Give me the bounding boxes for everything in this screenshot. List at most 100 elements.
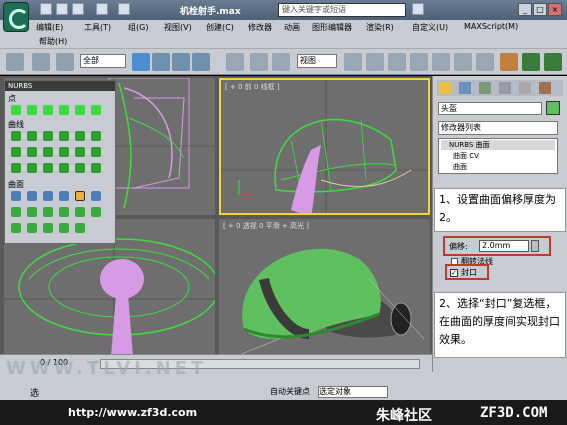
menu-edit[interactable]: 编辑(E) [36,22,63,33]
point-curve-icon[interactable] [27,131,37,141]
close-button[interactable]: × [548,3,562,16]
minimize-button[interactable]: _ [518,3,532,16]
surface-edge-curve-icon[interactable] [91,163,101,173]
angle-snap-icon[interactable] [410,53,428,71]
curve-curve-point-icon[interactable] [59,105,69,115]
render-icon[interactable] [544,53,562,71]
offset-point-icon[interactable] [27,105,37,115]
scale-icon[interactable] [272,53,290,71]
u-iso-curve-icon[interactable] [75,147,85,157]
reference-coordinate-dropdown[interactable]: 视图 [297,54,337,68]
hierarchy-tab-icon[interactable] [479,82,491,94]
blend-surface-icon[interactable] [59,191,69,201]
u-loft-surface-icon[interactable] [75,207,85,217]
point-surface-icon[interactable] [27,191,37,201]
mirror-icon[interactable] [454,53,472,71]
cv-on-surface-icon[interactable] [43,163,53,173]
fillet-curve-icon[interactable] [43,147,53,157]
select-by-name-icon[interactable] [152,53,170,71]
selection-set-dropdown[interactable]: 选定对象 [318,386,388,398]
fit-curve-icon[interactable] [43,131,53,141]
transform-surface-icon[interactable] [43,191,53,201]
menu-views[interactable]: 视图(V) [164,22,192,33]
offset-surface-icon[interactable] [75,191,85,201]
extrude-surface-icon[interactable] [11,207,21,217]
mirror-surface-icon[interactable] [91,191,101,201]
uv-loft-surface-icon[interactable] [91,207,101,217]
search-icon[interactable] [412,3,424,15]
menu-graph-editors[interactable]: 图形编辑器 [312,22,352,33]
mirror-curve-icon[interactable] [11,147,21,157]
normal-project-curve-icon[interactable] [11,163,21,173]
app-logo-icon[interactable] [3,2,29,32]
modify-tab-icon[interactable] [459,82,471,94]
selection-filter-dropdown[interactable]: 全部 [80,54,126,68]
menu-rendering[interactable]: 渲染(R) [366,22,394,33]
surface-point-icon[interactable] [75,105,85,115]
redo-icon[interactable] [118,3,130,15]
two-rail-sweep-icon[interactable] [27,223,37,233]
window-crossing-icon[interactable] [192,53,210,71]
utilities-tab-icon[interactable] [539,82,551,94]
surface-offset-curve-icon[interactable] [75,163,85,173]
offset-input[interactable]: 2.0mm [479,240,529,252]
multisided-blend-icon[interactable] [43,223,53,233]
curve-point-icon[interactable] [43,105,53,115]
cap-checkbox[interactable]: ✓ [450,269,458,277]
offset-curve-icon[interactable] [91,131,101,141]
stack-item-surface-cv[interactable]: 曲面 CV [453,151,479,161]
menu-modifiers[interactable]: 修改器 [248,22,272,33]
auto-key-button[interactable]: 自动关键点 [270,386,320,398]
cap-surface-icon[interactable] [59,207,69,217]
create-tab-icon[interactable] [439,82,451,94]
object-color-swatch[interactable] [546,101,560,115]
new-file-icon[interactable] [40,3,52,15]
move-icon[interactable] [226,53,244,71]
transform-curve-icon[interactable] [59,131,69,141]
select-object-icon[interactable] [132,53,150,71]
chamfer-curve-icon[interactable] [27,147,37,157]
open-file-icon[interactable] [56,3,68,15]
select-region-icon[interactable] [172,53,190,71]
menu-customize[interactable]: 自定义(U) [412,22,448,33]
material-editor-icon[interactable] [500,53,518,71]
save-file-icon[interactable] [72,3,84,15]
snap-icon[interactable] [388,53,406,71]
surface-intersect-curve-icon[interactable] [59,147,69,157]
offset-spinner[interactable] [531,240,539,252]
undo-icon[interactable] [96,3,108,15]
rotate-icon[interactable] [250,53,268,71]
render-setup-icon[interactable] [522,53,540,71]
create-point-icon[interactable] [11,105,21,115]
menu-tools[interactable]: 工具(T) [84,22,111,33]
menu-maxscript[interactable]: MAXScript(M) [464,22,518,31]
menu-help[interactable]: 帮助(H) [39,36,67,47]
v-iso-curve-icon[interactable] [91,147,101,157]
one-rail-sweep-icon[interactable] [11,223,21,233]
fillet-surface-icon[interactable] [75,223,85,233]
motion-tab-icon[interactable] [499,82,511,94]
nurbs-toolbox[interactable]: NURBS 点 曲线 曲面 [4,80,116,244]
pivot-icon[interactable] [344,53,362,71]
multicurve-trim-icon[interactable] [59,223,69,233]
object-name-field[interactable]: 头盔 [438,102,542,115]
vector-project-curve-icon[interactable] [27,163,37,173]
percent-snap-icon[interactable] [432,53,450,71]
cv-surface-icon[interactable] [11,191,21,201]
search-input[interactable]: 键入关键字或短语 [278,3,406,17]
stack-item-surface[interactable]: 曲面 [453,162,467,172]
menu-group[interactable]: 组(G) [128,22,148,33]
point-on-surface-icon[interactable] [59,163,69,173]
select-manipulate-icon[interactable] [366,53,384,71]
link-icon[interactable] [32,53,50,71]
align-icon[interactable] [476,53,494,71]
undo-toolbar-icon[interactable] [6,53,24,71]
stack-item-nurbs-surface[interactable]: NURBS 曲面 [441,140,555,150]
ruled-surface-icon[interactable] [43,207,53,217]
maximize-button[interactable]: □ [533,3,547,16]
viewport-perspective[interactable]: [ + 0 透视 0 平滑 + 高光 ] [219,219,430,369]
viewport-front[interactable]: [ + 0 前 0 线框 ] [219,78,430,215]
surface-curve-point-icon[interactable] [91,105,101,115]
modifier-list-dropdown[interactable]: 修改器列表 [438,121,558,135]
lathe-surface-icon[interactable] [27,207,37,217]
